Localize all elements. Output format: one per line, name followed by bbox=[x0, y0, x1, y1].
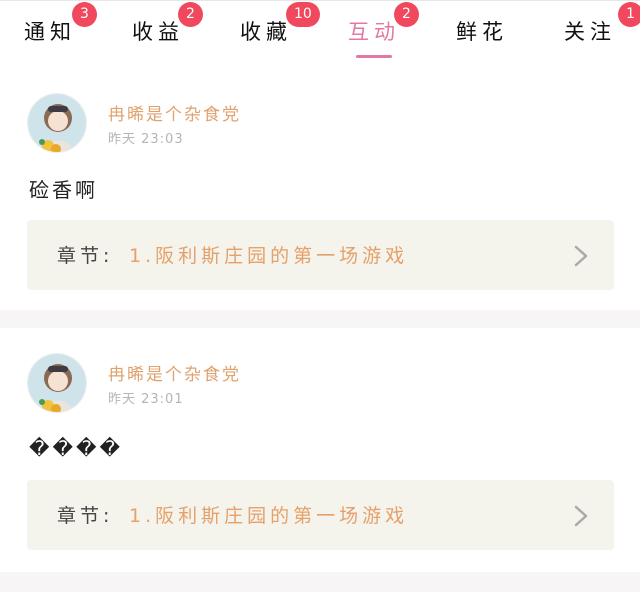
comment-username[interactable]: 冉晞是个杂食党 bbox=[108, 100, 241, 125]
active-tab-indicator bbox=[356, 55, 392, 58]
comment-text: ���� bbox=[29, 436, 124, 460]
tab-following-label: 关注 bbox=[564, 20, 616, 44]
interaction-page: 通知 3 收益 2 收藏 10 互动 2 鲜花 关注 1 冉晞是个杂食党 昨天 … bbox=[0, 0, 640, 592]
comment-timestamp: 昨天 23:01 bbox=[108, 392, 184, 407]
tab-favorites-label: 收藏 bbox=[240, 20, 292, 44]
tab-interaction[interactable]: 互动 2 bbox=[324, 1, 424, 63]
chapter-title: 1.阪利斯庄园的第一场游戏 bbox=[129, 245, 409, 267]
tab-favorites[interactable]: 收藏 10 bbox=[216, 1, 320, 63]
card-divider bbox=[0, 572, 640, 592]
tab-interaction-label: 互动 bbox=[348, 20, 400, 44]
avatar[interactable] bbox=[27, 353, 87, 413]
tab-bar: 通知 3 收益 2 收藏 10 互动 2 鲜花 关注 1 bbox=[0, 0, 640, 62]
comment-timestamp: 昨天 23:03 bbox=[108, 132, 184, 147]
tab-following-badge: 1 bbox=[618, 2, 640, 27]
tab-flowers-label: 鲜花 bbox=[456, 20, 508, 44]
chevron-right-icon bbox=[574, 505, 588, 527]
comment-username[interactable]: 冉晞是个杂食党 bbox=[108, 360, 241, 385]
comment-text: 硷香啊 bbox=[29, 178, 98, 202]
tab-earnings-label: 收益 bbox=[132, 20, 184, 44]
anime-girl-avatar-icon bbox=[28, 354, 86, 412]
comment-card: 冉晞是个杂食党 昨天 23:01 ���� 章节: 1.阪利斯庄园的第一场游戏 bbox=[0, 328, 640, 572]
anime-girl-avatar-icon bbox=[28, 94, 86, 152]
chapter-prefix: 章节: bbox=[57, 505, 114, 527]
chapter-link[interactable]: 章节: 1.阪利斯庄园的第一场游戏 bbox=[27, 220, 614, 290]
chapter-prefix: 章节: bbox=[57, 245, 114, 267]
chapter-link[interactable]: 章节: 1.阪利斯庄园的第一场游戏 bbox=[27, 480, 614, 550]
tab-flowers[interactable]: 鲜花 bbox=[432, 1, 532, 63]
card-divider bbox=[0, 310, 640, 328]
comment-card: 冉晞是个杂食党 昨天 23:03 硷香啊 章节: 1.阪利斯庄园的第一场游戏 bbox=[0, 62, 640, 310]
tab-notifications-label: 通知 bbox=[24, 20, 76, 44]
tab-earnings[interactable]: 收益 2 bbox=[108, 1, 208, 63]
tab-notifications-badge: 3 bbox=[72, 2, 97, 27]
tab-interaction-badge: 2 bbox=[394, 2, 419, 27]
tab-following[interactable]: 关注 1 bbox=[540, 1, 640, 63]
tab-notifications[interactable]: 通知 3 bbox=[0, 1, 100, 63]
avatar[interactable] bbox=[27, 93, 87, 153]
tab-earnings-badge: 2 bbox=[178, 2, 203, 27]
chevron-right-icon bbox=[574, 245, 588, 267]
chapter-title: 1.阪利斯庄园的第一场游戏 bbox=[129, 505, 409, 527]
tab-favorites-badge: 10 bbox=[286, 2, 320, 27]
